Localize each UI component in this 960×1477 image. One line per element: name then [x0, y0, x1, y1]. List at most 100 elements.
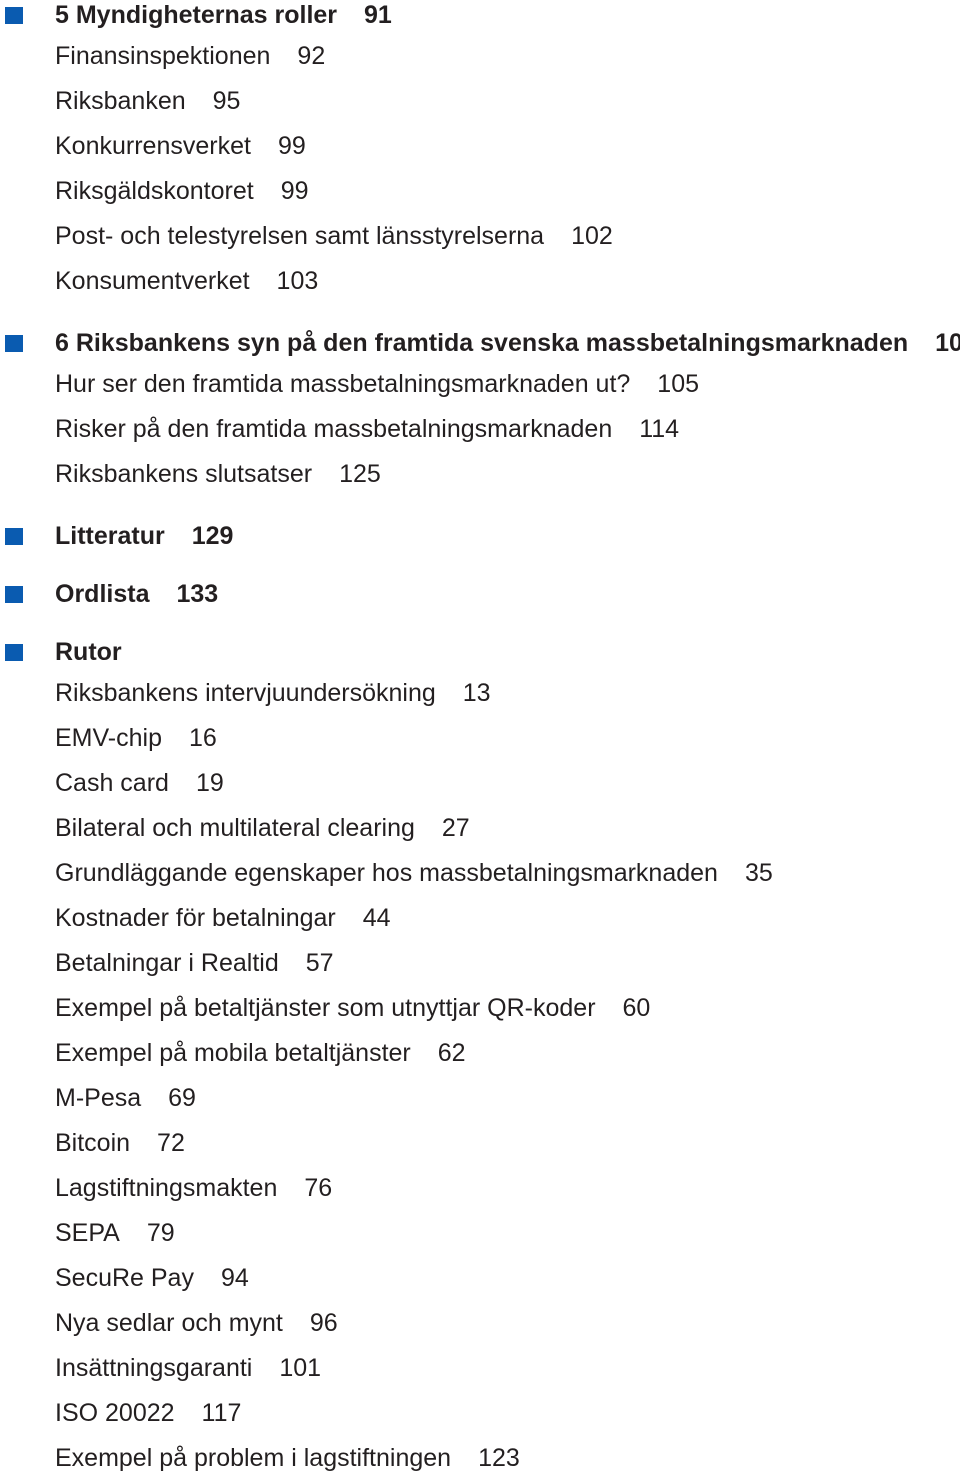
entry-title: Konsumentverket	[55, 267, 250, 295]
section-title: 5 Myndigheternas roller	[55, 1, 338, 29]
entry-title: Bitcoin	[55, 1129, 131, 1157]
toc-entry[interactable]: M-Pesa 69	[55, 1082, 196, 1114]
entry-title: Exempel på betaltjänster som utnyttjar Q…	[55, 994, 596, 1022]
entry-page: 19	[195, 769, 224, 797]
section-page: 91	[364, 1, 392, 29]
toc-entry[interactable]: Bilateral och multilateral clearing 27	[55, 812, 470, 844]
section-page: 129	[191, 522, 234, 550]
toc-entry[interactable]: Lagstiftningsmakten 76	[55, 1172, 332, 1204]
entry-title: Riksbankens slutsatser	[55, 460, 313, 488]
entry-title: Konkurrensverket	[55, 132, 251, 160]
entry-title: ISO 20022	[55, 1399, 175, 1427]
toc-entry[interactable]: Risker på den framtida massbetalningsmar…	[55, 413, 679, 445]
entry-page: 72	[157, 1129, 185, 1157]
entry-page: 101	[279, 1354, 322, 1382]
toc-entry[interactable]: Nya sedlar och mynt 96	[55, 1307, 338, 1339]
entry-page: 114	[639, 415, 680, 443]
entry-page: 69	[168, 1084, 196, 1112]
entry-page: 79	[146, 1219, 175, 1247]
section-bullet-icon	[5, 528, 23, 545]
entry-page: 96	[309, 1309, 338, 1337]
section-heading[interactable]: Rutor	[55, 636, 122, 668]
entry-page: 102	[571, 222, 613, 250]
entry-page: 99	[277, 132, 306, 160]
section-title: Ordlista	[55, 580, 150, 608]
section-bullet-icon	[5, 7, 23, 24]
toc-entry[interactable]: Exempel på mobila betaltjänster 62	[55, 1037, 466, 1069]
section-title: 6 Riksbankens syn på den framtida svensk…	[55, 329, 909, 357]
entry-page: 99	[280, 177, 309, 205]
entry-title: Bilateral och multilateral clearing	[55, 814, 415, 842]
toc-entry[interactable]: Post- och telestyrelsen samt länsstyrels…	[55, 220, 613, 252]
toc-entry[interactable]: SecuRe Pay 94	[55, 1262, 249, 1294]
section-title: Litteratur	[55, 522, 165, 550]
toc-entry[interactable]: Betalningar i Realtid 57	[55, 947, 334, 979]
toc-entry[interactable]: Kostnader för betalningar 44	[55, 902, 391, 934]
section-heading[interactable]: 5 Myndigheternas roller 91	[55, 0, 392, 31]
entry-page: 60	[622, 994, 651, 1022]
entry-page: 92	[297, 42, 326, 70]
entry-title: Post- och telestyrelsen samt länsstyrels…	[55, 222, 545, 250]
entry-title: SEPA	[55, 1219, 120, 1247]
entry-title: Finansinspektionen	[55, 42, 271, 70]
entry-title: Hur ser den framtida massbetalningsmarkn…	[55, 370, 631, 398]
entry-title: Nya sedlar och mynt	[55, 1309, 283, 1337]
toc-entry[interactable]: Konkurrensverket 99	[55, 130, 306, 162]
entry-title: Risker på den framtida massbetalningsmar…	[55, 415, 613, 443]
toc-entry[interactable]: ISO 20022 117	[55, 1397, 241, 1429]
entry-title: Grundläggande egenskaper hos massbetalni…	[55, 859, 718, 887]
toc-entry[interactable]: Cash card 19	[55, 767, 224, 799]
entry-page: 27	[441, 814, 470, 842]
section-page: 133	[176, 580, 219, 608]
section-heading[interactable]: Ordlista 133	[55, 578, 218, 610]
entry-page: 103	[276, 267, 319, 295]
entry-title: Cash card	[55, 769, 169, 797]
section-bullet-icon	[5, 586, 23, 603]
entry-page: 16	[188, 724, 217, 752]
toc-entry[interactable]: Insättningsgaranti 101	[55, 1352, 321, 1384]
entry-page: 94	[220, 1264, 249, 1292]
entry-page: 62	[437, 1039, 466, 1067]
entry-title: M-Pesa	[55, 1084, 142, 1112]
section-bullet-icon	[5, 644, 23, 661]
entry-title: Betalningar i Realtid	[55, 949, 279, 977]
entry-page: 35	[744, 859, 773, 887]
toc-entry[interactable]: Riksbankens intervjuundersökning 13	[55, 677, 491, 709]
entry-page: 123	[478, 1444, 520, 1472]
entry-page: 117	[201, 1399, 242, 1427]
entry-title: Riksgäldskontoret	[55, 177, 254, 205]
entry-page: 57	[305, 949, 334, 977]
entry-page: 105	[657, 370, 700, 398]
entry-title: EMV-chip	[55, 724, 162, 752]
entry-title: SecuRe Pay	[55, 1264, 194, 1292]
entry-title: Exempel på mobila betaltjänster	[55, 1039, 411, 1067]
toc-entry[interactable]: Exempel på problem i lagstiftningen 123	[55, 1442, 520, 1474]
toc-entry[interactable]: Finansinspektionen 92	[55, 40, 325, 72]
entry-page: 44	[362, 904, 391, 932]
toc-entry[interactable]: Grundläggande egenskaper hos massbetalni…	[55, 857, 773, 889]
entry-title: Exempel på problem i lagstiftningen	[55, 1444, 452, 1472]
toc-entry[interactable]: Bitcoin 72	[55, 1127, 185, 1159]
toc-entry[interactable]: Riksbankens slutsatser 125	[55, 458, 381, 490]
entry-page: 13	[462, 679, 491, 707]
toc-entry[interactable]: Exempel på betaltjänster som utnyttjar Q…	[55, 992, 650, 1024]
toc-entry[interactable]: SEPA 79	[55, 1217, 175, 1249]
section-page: 105	[935, 329, 960, 357]
toc-entry[interactable]: Hur ser den framtida massbetalningsmarkn…	[55, 368, 699, 400]
entry-title: Riksbankens intervjuundersökning	[55, 679, 436, 707]
section-heading[interactable]: Litteratur 129	[55, 520, 233, 552]
entry-page: 125	[339, 460, 381, 488]
section-bullet-icon	[5, 335, 23, 352]
toc-entry[interactable]: EMV-chip 16	[55, 722, 217, 754]
entry-page: 95	[212, 87, 241, 115]
section-title: Rutor	[55, 638, 122, 666]
entry-title: Insättningsgaranti	[55, 1354, 253, 1382]
entry-title: Kostnader för betalningar	[55, 904, 336, 932]
toc-entry[interactable]: Konsumentverket 103	[55, 265, 318, 297]
toc-entry[interactable]: Riksgäldskontoret 99	[55, 175, 309, 207]
entry-title: Riksbanken	[55, 87, 186, 115]
entry-page: 76	[304, 1174, 333, 1202]
entry-title: Lagstiftningsmakten	[55, 1174, 278, 1202]
toc-entry[interactable]: Riksbanken 95	[55, 85, 240, 117]
section-heading[interactable]: 6 Riksbankens syn på den framtida svensk…	[55, 327, 960, 359]
